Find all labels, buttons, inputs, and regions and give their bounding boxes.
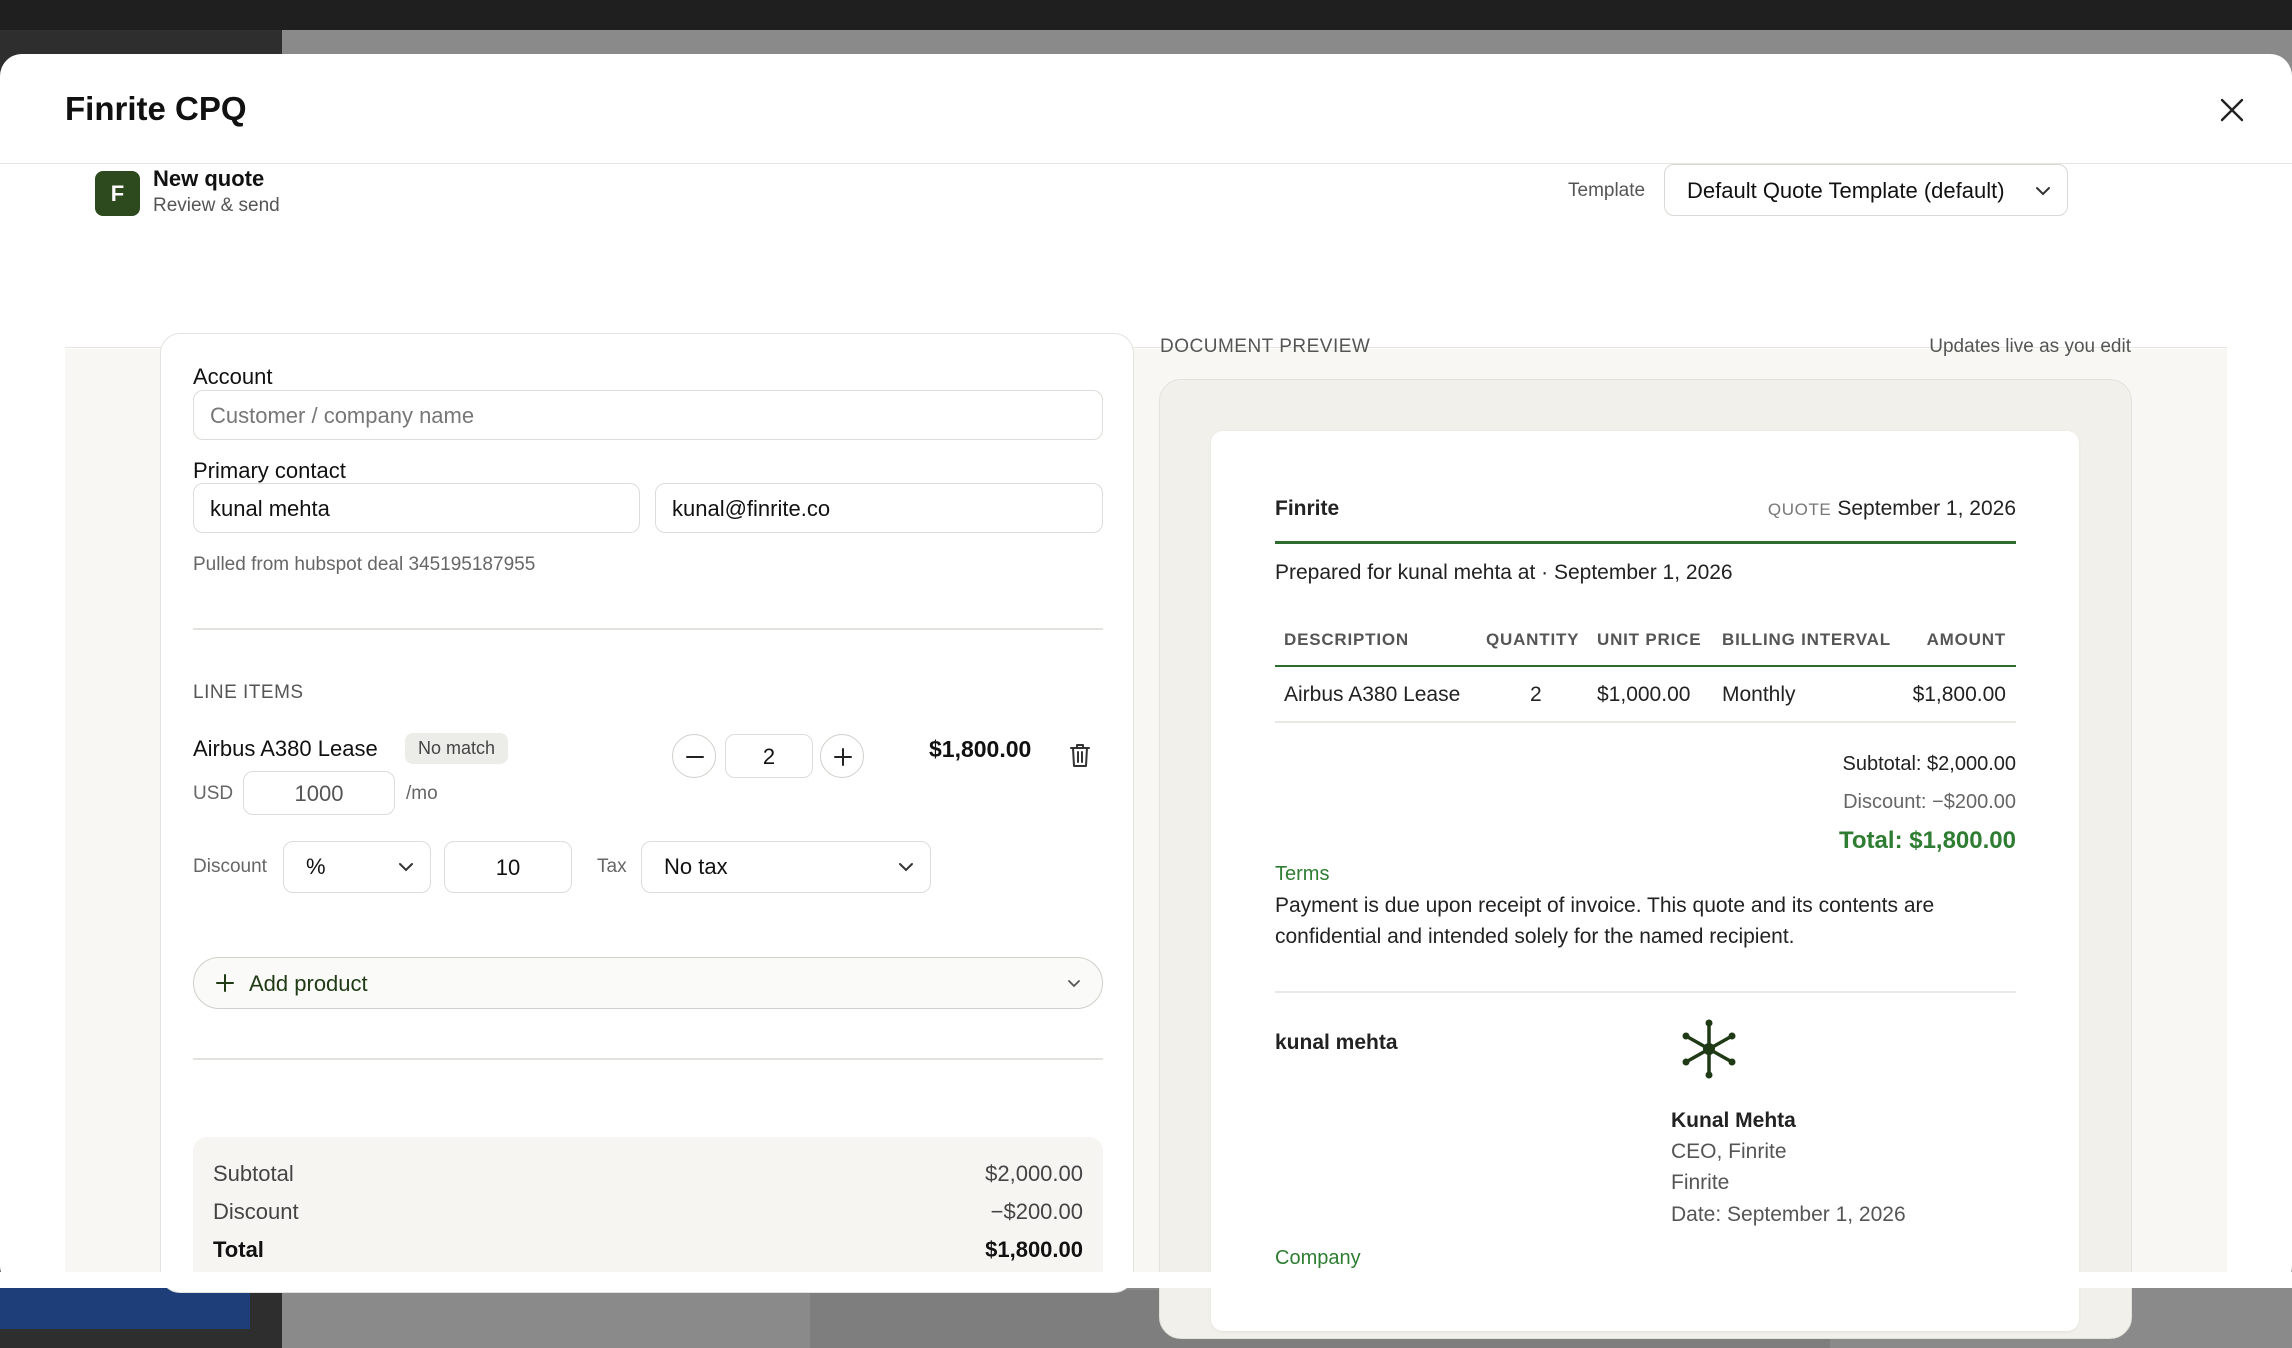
table-header-unit-price: UNIT PRICE [1597,630,1702,649]
quote-title: New quote [153,166,265,191]
quote-tag: QUOTE [1767,500,1832,519]
contact-name-value: kunal mehta [210,496,330,521]
close-button[interactable] [2212,90,2252,130]
total-value: $1,800.00 [985,1237,1083,1262]
terms-heading: Terms [1275,863,1330,885]
chevron-down-icon [899,863,913,872]
discount-type-value: % [306,854,326,879]
document-preview-caption: DOCUMENT PREVIEW [1160,336,1371,357]
preview-total: Total: $1,800.00 [1839,827,2016,854]
discount-total-label: Discount [213,1199,299,1224]
document-quote-header: QUOTE September 1, 2026 [1768,497,2016,521]
quote-editor-card: Account Customer / company name Primary … [160,333,1134,1293]
contact-email-input[interactable]: kunal@finrite.co [655,483,1103,533]
line-item-name: Airbus A380 Lease [193,736,378,761]
background-topbar [0,0,2292,30]
minus-icon [686,756,704,758]
close-icon [2220,98,2244,122]
discount-total-value: −$200.00 [990,1199,1083,1224]
divider [193,628,1103,630]
prepared-for: Prepared for kunal mehta at · September … [1275,561,1733,584]
discount-value-input[interactable]: 10 [444,841,572,893]
plus-icon [216,974,234,992]
template-select-value: Default Quote Template (default) [1687,178,2005,203]
row-description: Airbus A380 Lease [1284,683,1461,706]
contact-email-value: kunal@finrite.co [672,496,831,521]
row-quantity: 2 [1530,683,1542,706]
modal-bottom-edge [0,1272,2292,1288]
line-items-caption: LINE ITEMS [193,682,304,703]
currency-label: USD [193,783,234,804]
decrement-quantity-button[interactable] [672,734,716,778]
add-product-label: Add product [249,971,368,996]
tax-select[interactable]: No tax [641,841,931,893]
primary-contact-label: Primary contact [193,458,346,483]
signer-name: Kunal Mehta [1671,1109,1796,1132]
line-item-amount: $1,800.00 [929,736,1032,762]
signer-company: Finrite [1671,1171,1730,1194]
discount-type-select[interactable]: % [283,841,431,893]
table-header-description: DESCRIPTION [1284,630,1409,649]
finrite-logo: F [95,171,140,216]
row-billing-interval: Monthly [1722,683,1796,706]
totals-summary: Subtotal $2,000.00 Discount −$200.00 Tot… [193,1137,1103,1287]
table-header-rule [1275,665,2016,667]
increment-quantity-button[interactable] [820,734,864,778]
add-product-button[interactable]: Add product [193,957,1103,1009]
subtotal-value: $2,000.00 [985,1161,1083,1186]
preview-discount: Discount: −$200.00 [1843,791,2016,813]
subtotal-label: Subtotal [213,1161,294,1186]
template-select[interactable]: Default Quote Template (default) [1664,164,2068,216]
quote-subtitle: Review & send [153,195,280,216]
chevron-down-icon [2036,187,2050,196]
quantity-input[interactable]: 2 [725,734,813,778]
plus-icon [834,748,852,766]
chevron-down-icon [1068,980,1080,988]
account-label: Account [193,364,273,389]
row-amount: $1,800.00 [1912,683,2006,706]
quote-document: Finrite QUOTE September 1, 2026 Prepared … [1211,431,2079,1331]
period-label: /mo [406,783,438,804]
row-unit-price: $1,000.00 [1597,683,1691,706]
signer-date: Date: September 1, 2026 [1671,1203,1906,1226]
signature-logo-icon [1682,1019,1736,1079]
live-update-note: Updates live as you edit [1929,336,2131,357]
signature-rule [1275,991,2016,993]
quote-date: September 1, 2026 [1837,497,2016,520]
total-row: Total $1,800.00 [213,1237,1083,1263]
table-header-billing-interval: BILLING INTERVAL [1722,630,1891,649]
terms-line-2: confidential and intended solely for the… [1275,925,1795,948]
template-label: Template [1568,180,1646,201]
account-placeholder: Customer / company name [210,403,475,428]
preview-subtotal: Subtotal: $2,000.00 [1842,753,2016,775]
terms-line-1: Payment is due upon receipt of invoice. … [1275,894,1935,917]
table-header-amount: AMOUNT [1926,630,2006,649]
delete-line-item-button[interactable] [1065,740,1095,770]
customer-signature-name: kunal mehta [1275,1031,1398,1054]
tax-value: No tax [664,854,728,879]
header-rule [1275,541,2016,544]
unit-price-input[interactable]: 1000 [243,771,395,815]
signer-title: CEO, Finrite [1671,1140,1787,1163]
tax-label: Tax [597,856,627,877]
company-heading: Company [1275,1247,1361,1269]
account-input[interactable]: Customer / company name [193,390,1103,440]
table-header-quantity: QUANTITY [1486,630,1580,649]
hubspot-note: Pulled from hubspot deal 345195187955 [193,554,536,575]
subtotal-row: Subtotal $2,000.00 [213,1161,1083,1187]
divider [193,1058,1103,1060]
document-company: Finrite [1275,497,1340,520]
table-row-rule [1275,721,2016,723]
modal-header: Finrite CPQ [0,54,2292,164]
discount-label: Discount [193,856,267,877]
chevron-down-icon [399,863,413,872]
discount-row: Discount −$200.00 [213,1199,1083,1225]
trash-icon [1070,744,1090,767]
no-match-badge: No match [405,733,509,764]
contact-name-input[interactable]: kunal mehta [193,483,640,533]
modal-title: Finrite CPQ [65,90,247,127]
total-label: Total [213,1237,264,1262]
